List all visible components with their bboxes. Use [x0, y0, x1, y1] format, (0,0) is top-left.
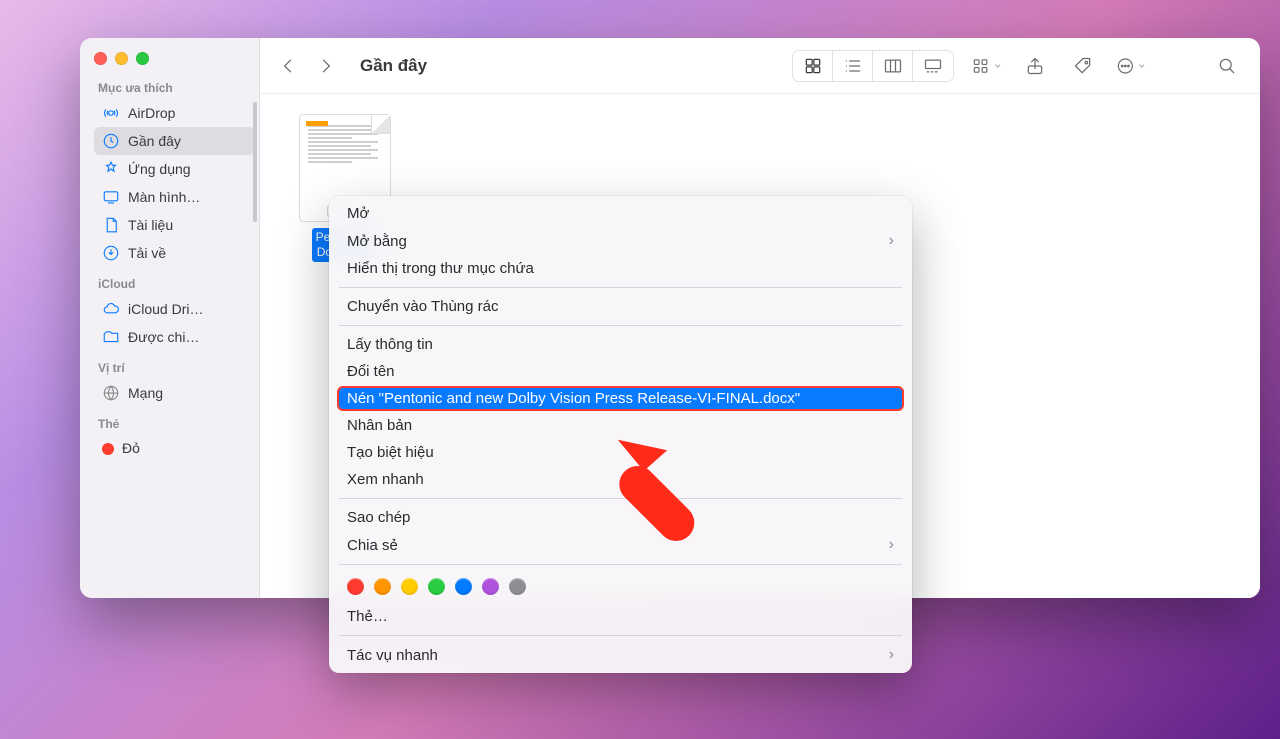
- sidebar-section-favorites: Mục ưa thích: [98, 81, 255, 95]
- actions-button[interactable]: [1116, 51, 1146, 81]
- tag-red-icon: [102, 443, 114, 455]
- cloud-icon: [102, 300, 120, 318]
- view-switcher: [792, 50, 954, 82]
- ctx-copy[interactable]: Sao chép: [329, 504, 912, 531]
- sidebar-item-label: Màn hình…: [128, 189, 200, 205]
- ctx-separator: [339, 635, 902, 636]
- minimize-window-button[interactable]: [115, 52, 128, 65]
- sidebar-item-label: Tải về: [128, 245, 166, 261]
- sidebar-item-downloads[interactable]: Tải về: [94, 239, 255, 267]
- traffic-lights: [94, 52, 255, 65]
- sidebar-scrollbar[interactable]: [253, 102, 257, 222]
- back-button[interactable]: [278, 56, 298, 76]
- desktop-icon: [102, 188, 120, 206]
- ctx-open[interactable]: Mở: [329, 200, 912, 227]
- sidebar-section-icloud: iCloud: [98, 277, 255, 291]
- ctx-make-alias[interactable]: Tạo biệt hiệu: [329, 439, 912, 466]
- ctx-open-with[interactable]: Mở bằng›: [329, 227, 912, 255]
- share-button[interactable]: [1020, 51, 1050, 81]
- ctx-separator: [339, 498, 902, 499]
- airdrop-icon: [102, 104, 120, 122]
- forward-button[interactable]: [316, 56, 336, 76]
- sidebar-item-applications[interactable]: Ứng dụng: [94, 155, 255, 183]
- sidebar-item-label: AirDrop: [128, 105, 175, 121]
- ctx-quick-actions[interactable]: Tác vụ nhanh›: [329, 641, 912, 669]
- tag-color-orange[interactable]: [374, 578, 391, 595]
- toolbar: Gần đây: [260, 38, 1260, 94]
- chevron-right-icon: ›: [889, 646, 894, 664]
- close-window-button[interactable]: [94, 52, 107, 65]
- window-title: Gần đây: [360, 56, 427, 76]
- sidebar-item-icloud-drive[interactable]: iCloud Dri…: [94, 295, 255, 323]
- view-list-button[interactable]: [833, 51, 873, 81]
- sidebar-item-airdrop[interactable]: AirDrop: [94, 99, 255, 127]
- context-menu: Mở Mở bằng› Hiển thị trong thư mục chứa …: [329, 196, 912, 673]
- ctx-separator: [339, 325, 902, 326]
- tag-color-green[interactable]: [428, 578, 445, 595]
- sidebar-item-desktop[interactable]: Màn hình…: [94, 183, 255, 211]
- sidebar-item-label: Gần đây: [128, 133, 181, 149]
- sidebar: Mục ưa thích AirDrop Gần đây Ứng dụng Mà…: [80, 38, 260, 598]
- sidebar-item-label: Mạng: [128, 385, 163, 401]
- document-icon: [102, 216, 120, 234]
- tag-color-purple[interactable]: [482, 578, 499, 595]
- sidebar-item-network[interactable]: Mạng: [94, 379, 255, 407]
- tag-color-yellow[interactable]: [401, 578, 418, 595]
- sidebar-item-label: Được chi…: [128, 329, 199, 345]
- ctx-separator: [339, 287, 902, 288]
- search-button[interactable]: [1212, 51, 1242, 81]
- view-column-button[interactable]: [873, 51, 913, 81]
- tag-color-gray[interactable]: [509, 578, 526, 595]
- tag-color-red[interactable]: [347, 578, 364, 595]
- ctx-show-enclosing[interactable]: Hiển thị trong thư mục chứa: [329, 255, 912, 282]
- zoom-window-button[interactable]: [136, 52, 149, 65]
- ctx-share[interactable]: Chia sẻ›: [329, 531, 912, 559]
- sidebar-item-label: Đỏ: [122, 440, 140, 456]
- ctx-move-to-trash[interactable]: Chuyển vào Thùng rác: [329, 293, 912, 320]
- ctx-quick-look[interactable]: Xem nhanh: [329, 466, 912, 493]
- network-icon: [102, 384, 120, 402]
- tag-color-blue[interactable]: [455, 578, 472, 595]
- sidebar-item-tag-red[interactable]: Đỏ: [94, 435, 255, 461]
- clock-icon: [102, 132, 120, 150]
- ctx-separator: [339, 564, 902, 565]
- chevron-right-icon: ›: [889, 536, 894, 554]
- ctx-get-info[interactable]: Lấy thông tin: [329, 331, 912, 358]
- ctx-compress[interactable]: Nén "Pentonic and new Dolby Vision Press…: [329, 385, 912, 412]
- ctx-duplicate[interactable]: Nhân bản: [329, 412, 912, 439]
- sidebar-item-documents[interactable]: Tài liệu: [94, 211, 255, 239]
- sidebar-section-tags: Thẻ: [98, 417, 255, 431]
- sidebar-item-recents[interactable]: Gần đây: [94, 127, 255, 155]
- chevron-right-icon: ›: [889, 232, 894, 250]
- sidebar-item-shared[interactable]: Được chi…: [94, 323, 255, 351]
- sidebar-item-label: iCloud Dri…: [128, 301, 203, 317]
- sidebar-item-label: Ứng dụng: [128, 161, 191, 177]
- view-icon-button[interactable]: [793, 51, 833, 81]
- sidebar-section-locations: Vị trí: [98, 361, 255, 375]
- tags-button[interactable]: [1068, 51, 1098, 81]
- downloads-icon: [102, 244, 120, 262]
- ctx-tags[interactable]: Thẻ…: [329, 603, 912, 630]
- applications-icon: [102, 160, 120, 178]
- ctx-rename[interactable]: Đổi tên: [329, 358, 912, 385]
- group-by-button[interactable]: [972, 51, 1002, 81]
- shared-folder-icon: [102, 328, 120, 346]
- view-gallery-button[interactable]: [913, 51, 953, 81]
- sidebar-item-label: Tài liệu: [128, 217, 173, 233]
- ctx-tag-colors: [329, 570, 912, 603]
